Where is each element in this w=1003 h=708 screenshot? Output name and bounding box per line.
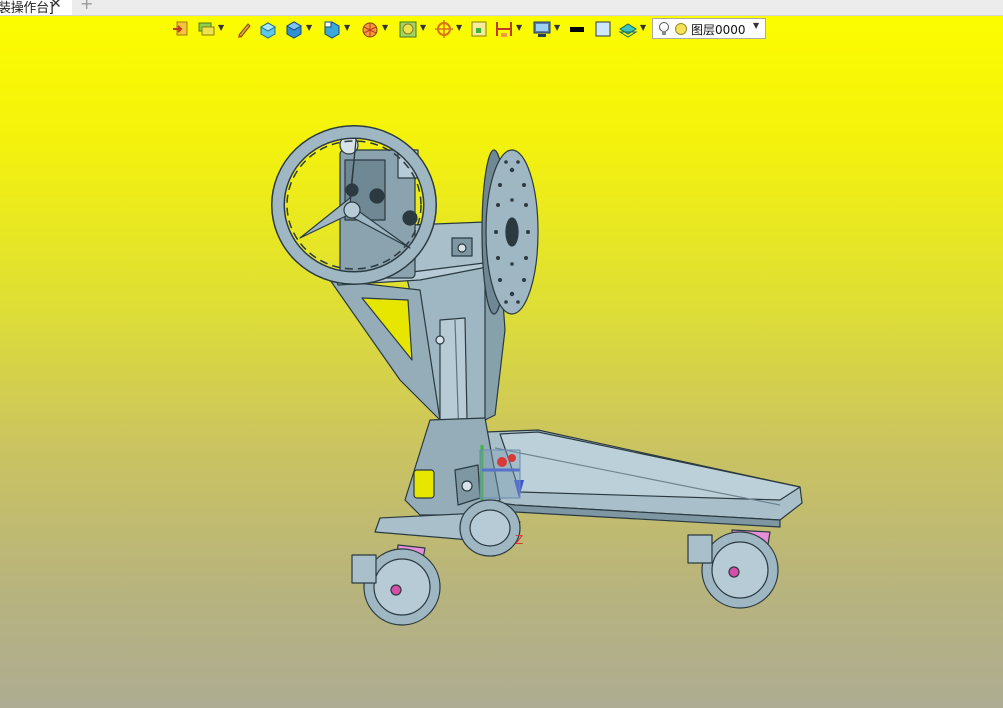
layer-stack-dropdown-icon[interactable]: ▼: [640, 23, 646, 32]
exit-icon[interactable]: [172, 19, 190, 39]
caster-right[interactable]: [687, 529, 779, 609]
lightbulb-icon[interactable]: [657, 21, 671, 37]
line-color-icon[interactable]: [568, 19, 586, 39]
caster-rear-left[interactable]: [459, 499, 521, 557]
axis-z-label: Z: [515, 533, 523, 547]
layer-stack-icon[interactable]: [618, 19, 638, 39]
new-tab-button[interactable]: +: [80, 0, 93, 13]
close-tab-icon[interactable]: ✕: [50, 0, 62, 12]
snap-target-dropdown-icon[interactable]: ▼: [456, 23, 462, 32]
caster-front-left[interactable]: [351, 544, 441, 626]
dimension-dropdown-icon[interactable]: ▼: [516, 23, 522, 32]
3d-viewport[interactable]: Z: [0, 16, 1003, 708]
pencil-icon[interactable]: [236, 19, 252, 39]
view-orientation-dropdown-icon[interactable]: ▼: [344, 23, 350, 32]
document-tab[interactable]: 装操作台] ✕: [0, 0, 72, 16]
display-filter-icon[interactable]: [398, 19, 418, 39]
layer-manager-dropdown-icon[interactable]: ▼: [218, 23, 224, 32]
coordinate-triad: [479, 445, 524, 500]
cube-dropdown-icon[interactable]: ▼: [306, 23, 312, 32]
monitor-icon[interactable]: [532, 19, 552, 39]
document-tab-bar: 装操作台] ✕ +: [0, 0, 1003, 16]
grid-icon[interactable]: [470, 19, 488, 39]
view-orientation-icon[interactable]: [322, 19, 342, 39]
box-solid-icon[interactable]: [258, 19, 278, 39]
render-style-icon[interactable]: [360, 19, 380, 39]
display-filter-dropdown-icon[interactable]: ▼: [420, 23, 426, 32]
snap-target-icon[interactable]: [434, 19, 454, 39]
chevron-down-icon[interactable]: ▼: [753, 21, 759, 30]
render-style-dropdown-icon[interactable]: ▼: [382, 23, 388, 32]
layer-selector[interactable]: 图层0000 ▼: [652, 18, 766, 39]
document-tab-label: 装操作台]: [0, 1, 54, 16]
fill-color-icon[interactable]: [594, 19, 612, 39]
layer-color-icon: [675, 23, 687, 35]
dimension-icon[interactable]: [494, 19, 514, 39]
cube-icon[interactable]: [284, 19, 304, 39]
faceplate-disk[interactable]: [481, 149, 539, 315]
layer-manager-icon[interactable]: [196, 19, 216, 39]
cad-model-workbench[interactable]: Z: [0, 16, 1003, 708]
layer-selector-value: 图层0000: [691, 23, 746, 37]
monitor-dropdown-icon[interactable]: ▼: [554, 23, 560, 32]
leg-beam[interactable]: [477, 429, 803, 528]
